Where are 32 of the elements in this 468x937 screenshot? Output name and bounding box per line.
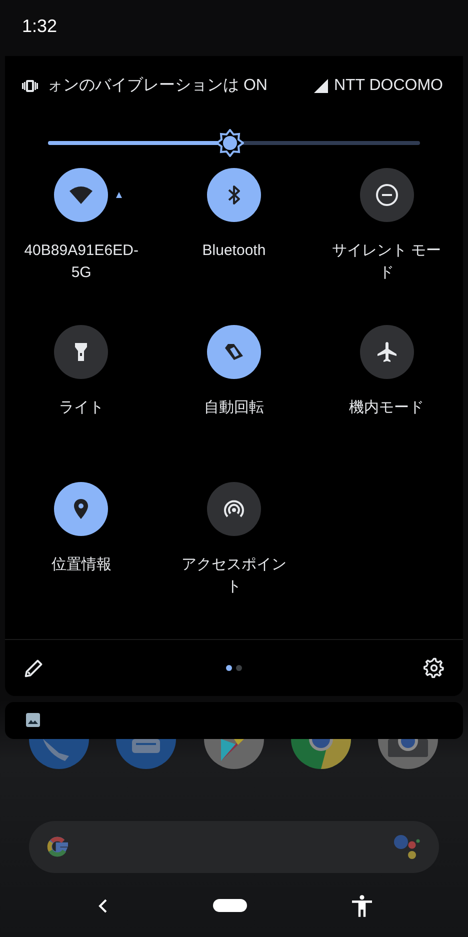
page-dot[interactable] — [236, 664, 242, 671]
brightness-slider[interactable] — [48, 128, 420, 156]
edit-icon[interactable] — [23, 656, 45, 679]
page-dot[interactable] — [226, 664, 232, 671]
tile-label: Bluetooth — [201, 240, 267, 261]
store-app-icon[interactable] — [204, 738, 264, 769]
settings-icon[interactable] — [423, 656, 445, 679]
tile-label: 40B89A91E6ED-5G — [23, 240, 140, 283]
tile-label: アクセスポイント — [180, 554, 288, 597]
assistant-icon[interactable] — [393, 834, 421, 860]
image-icon — [26, 713, 40, 728]
vibrate-icon — [22, 80, 38, 92]
triangle-icon — [116, 192, 122, 198]
camera-app-icon[interactable] — [378, 738, 438, 769]
status-time: 1:32 — [22, 16, 58, 38]
back-icon[interactable] — [98, 898, 108, 913]
airplane-icon — [374, 340, 399, 364]
tile-label: 位置情報 — [50, 554, 112, 575]
tile-label: サイレント モード — [331, 240, 442, 283]
phone-app-icon[interactable] — [29, 738, 89, 769]
messages-app-icon[interactable] — [116, 738, 176, 769]
do-not-disturb-icon — [374, 182, 399, 207]
tile-label: 自動回転 — [202, 398, 265, 418]
signal-icon — [314, 78, 328, 93]
home-button[interactable] — [213, 899, 247, 912]
brightness-thumb[interactable] — [216, 128, 244, 157]
ringer-status-text: ォンのバイブレーションは ON — [47, 76, 268, 96]
tile-label: ライト — [58, 398, 105, 418]
tile-label: 機内モード — [348, 398, 426, 418]
accessibility-icon[interactable] — [352, 894, 372, 917]
browser-app-icon[interactable] — [290, 738, 351, 769]
carrier-name: NTT DOCOMO — [334, 76, 443, 95]
